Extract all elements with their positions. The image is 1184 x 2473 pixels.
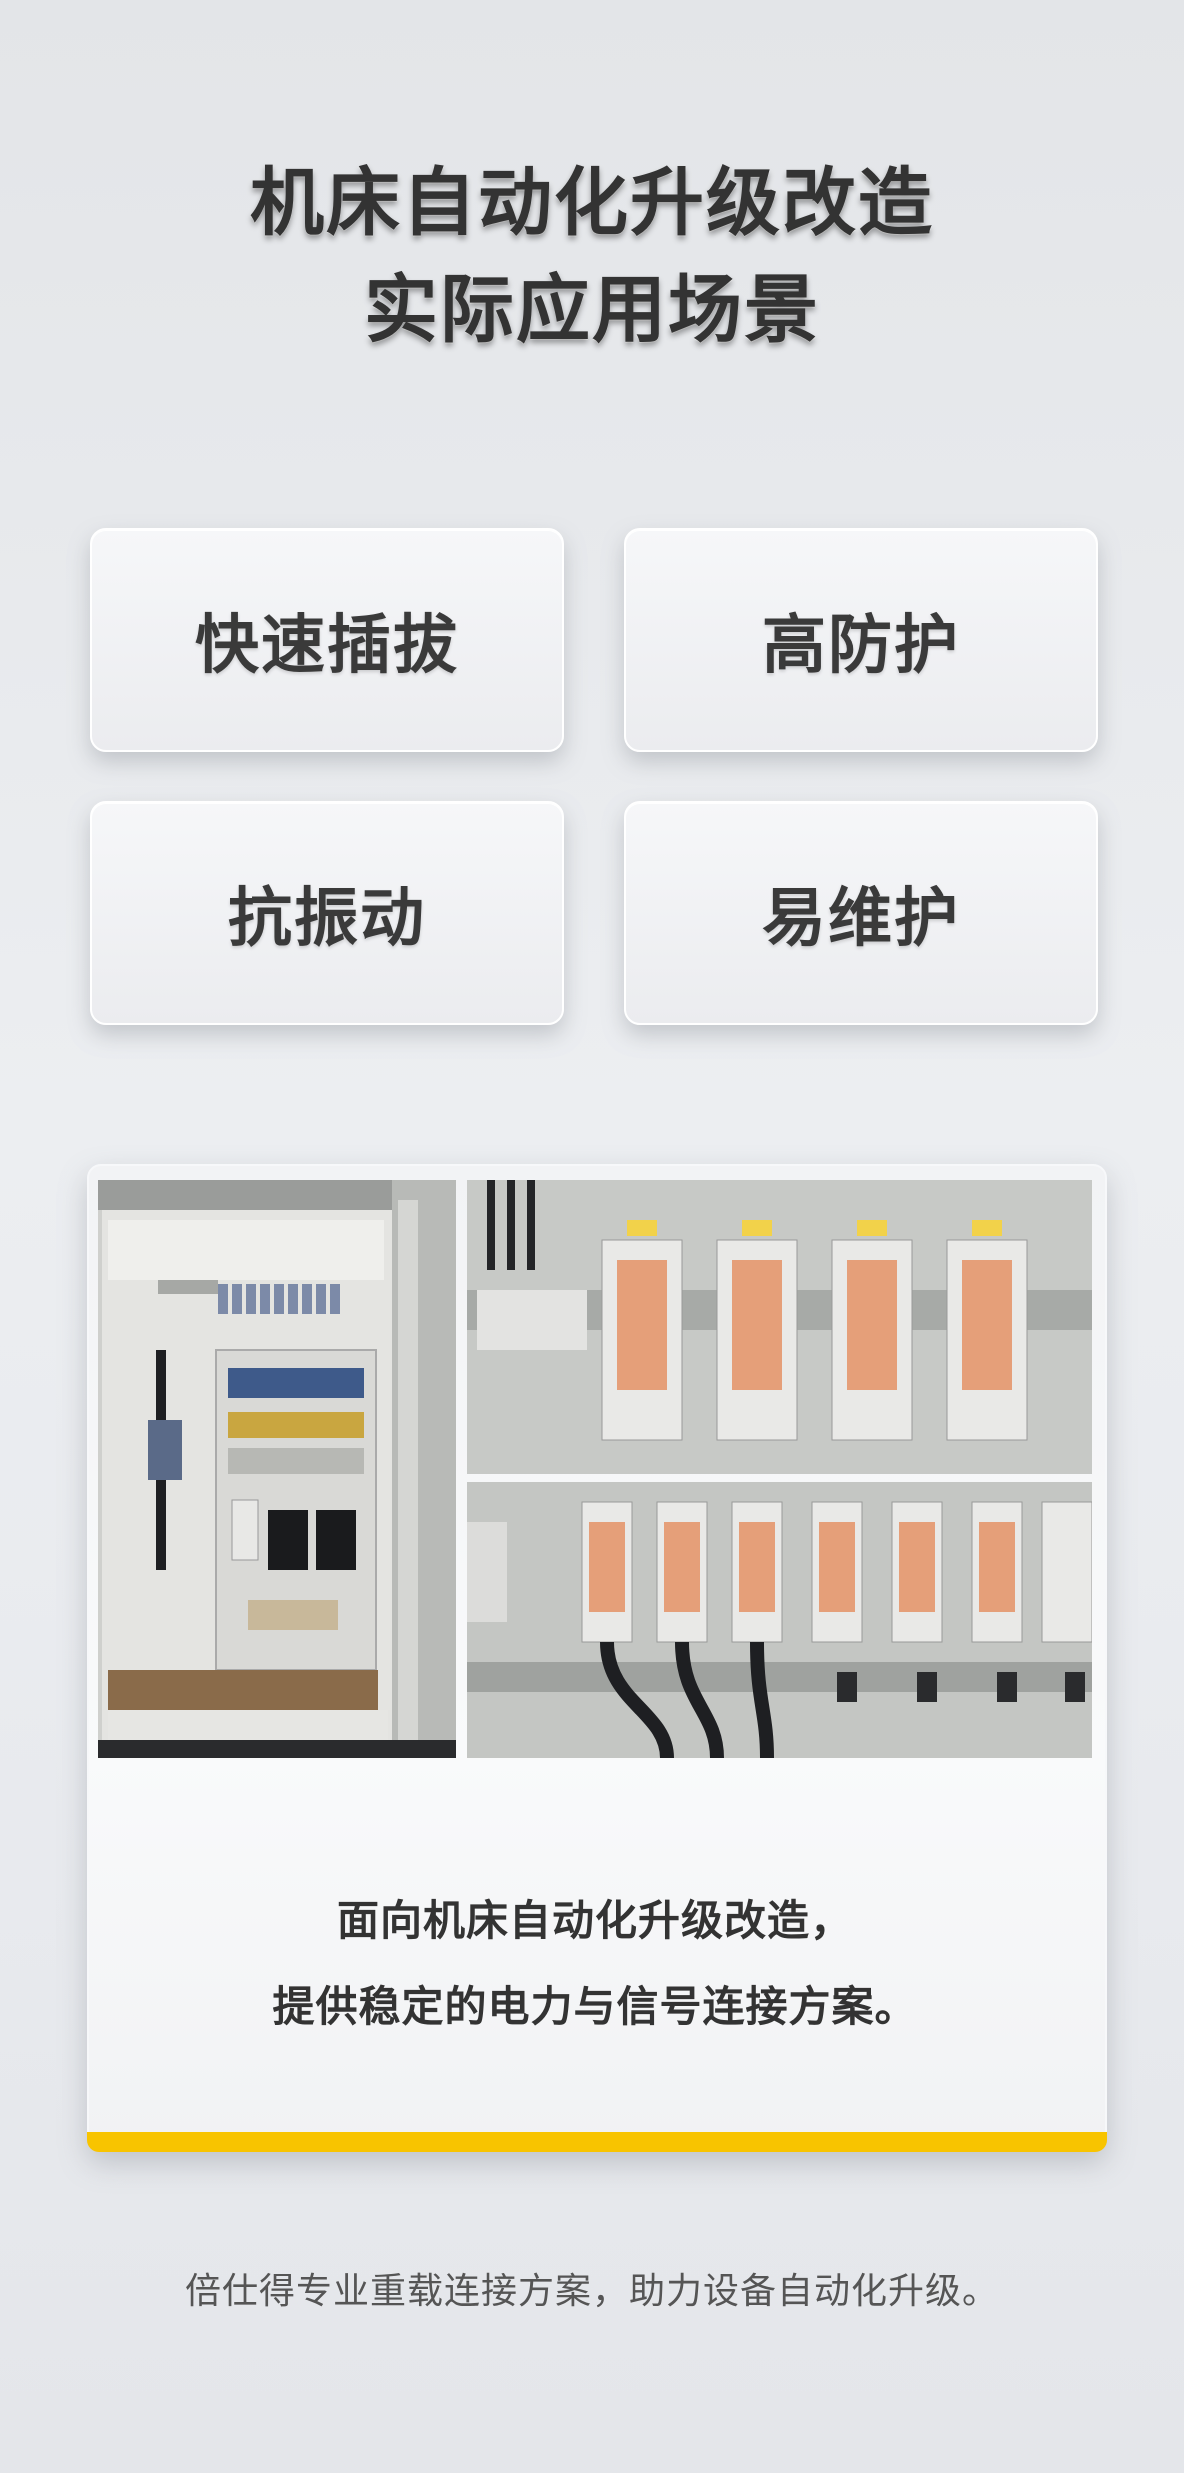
feature-card-quick-plug: 快速插拔 (90, 528, 564, 752)
title-line-1: 机床自动化升级改造 (250, 160, 934, 246)
feature-card-easy-maintenance: 易维护 (624, 801, 1098, 1025)
feature-card-high-protection: 高防护 (624, 528, 1098, 752)
title-line-2: 实际应用场景 (364, 267, 820, 354)
feature-label: 抗振动 (228, 882, 426, 956)
caption-line-2: 提供稳定的电力与信号连接方案。 (272, 1982, 918, 2031)
connector-rail-photo-bottom (467, 1482, 1092, 1758)
feature-label: 快速插拔 (195, 609, 459, 683)
feature-card-anti-vibration: 抗振动 (90, 801, 564, 1025)
footer-tagline: 倍仕得专业重载连接方案，助力设备自动化升级。 (184, 2271, 999, 2312)
feature-label: 易维护 (762, 882, 960, 956)
cabinet-photo (98, 1180, 456, 1758)
application-caption: 面向机床自动化升级改造， 提供稳定的电力与信号连接方案。 (87, 1878, 1103, 2050)
connector-rail-photo-top (467, 1180, 1092, 1474)
accent-bar (87, 2132, 1107, 2152)
caption-line-1: 面向机床自动化升级改造， (336, 1896, 853, 1945)
page-title: 机床自动化升级改造 实际应用场景 (0, 150, 1184, 365)
feature-label: 高防护 (762, 609, 960, 683)
